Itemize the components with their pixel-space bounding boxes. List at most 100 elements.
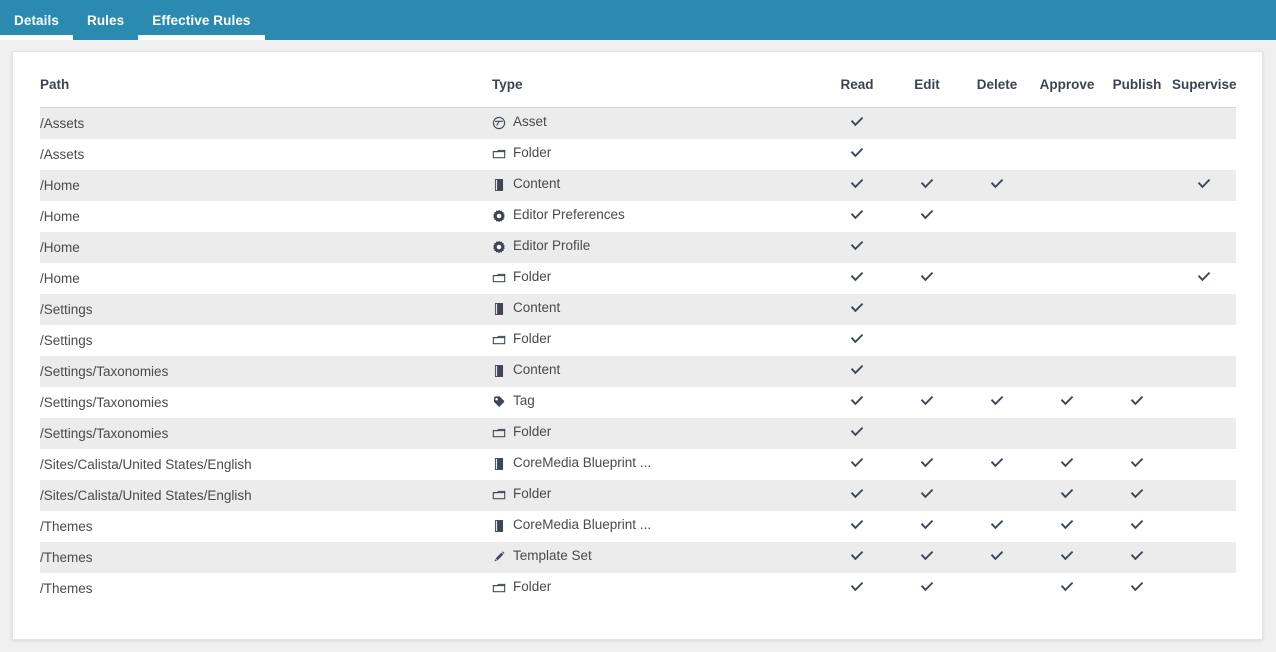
column-header-publish[interactable]: Publish — [1102, 52, 1172, 108]
cell-publish — [1102, 201, 1172, 232]
table-row[interactable]: /Assets Folder — [40, 138, 1236, 170]
cell-delete — [962, 294, 1032, 325]
check-icon — [990, 549, 1004, 563]
check-icon — [920, 208, 934, 222]
type-wrapper: Folder — [492, 487, 551, 501]
column-header-approve[interactable]: Approve — [1032, 52, 1102, 108]
table-row[interactable]: /Sites/Calista/United States/English Core… — [40, 448, 1236, 480]
tab-details[interactable]: Details — [0, 0, 73, 40]
table-row[interactable]: /Sites/Calista/United States/English Fold… — [40, 479, 1236, 511]
cell-read — [822, 480, 892, 511]
empty-permission — [1197, 363, 1211, 377]
check-icon — [1197, 177, 1211, 191]
empty-permission — [1197, 518, 1211, 532]
cell-supervise — [1172, 418, 1236, 449]
check-icon — [850, 456, 864, 470]
type-label: Tag — [513, 392, 535, 408]
cell-supervise — [1172, 139, 1236, 170]
cell-approve — [1032, 542, 1102, 573]
empty-permission — [1197, 332, 1211, 346]
tab-effective-rules[interactable]: Effective Rules — [138, 0, 265, 40]
type-label: Folder — [513, 485, 552, 501]
check-icon — [1060, 487, 1074, 501]
type-wrapper: CoreMedia Blueprint ... — [492, 456, 651, 470]
column-header-read[interactable]: Read — [822, 52, 892, 108]
cell-path: /Themes — [40, 549, 93, 565]
check-icon — [850, 239, 864, 253]
table-row[interactable]: /Settings/Taxonomies Tag — [40, 386, 1236, 418]
column-header-type[interactable]: Type — [492, 52, 822, 108]
empty-permission — [1130, 425, 1144, 439]
cell-read — [822, 170, 892, 201]
cell-read — [822, 263, 892, 294]
cell-publish — [1102, 449, 1172, 480]
check-icon — [850, 425, 864, 439]
cell-read — [822, 418, 892, 449]
cell-read — [822, 232, 892, 263]
cell-type: Folder — [492, 418, 822, 449]
empty-permission — [1197, 115, 1211, 129]
content-icon — [492, 302, 506, 316]
table-row[interactable]: /Themes Folder — [40, 572, 1236, 604]
type-label: CoreMedia Blueprint ... — [513, 516, 652, 532]
check-icon — [990, 177, 1004, 191]
check-icon — [1130, 394, 1144, 408]
cell-approve — [1032, 511, 1102, 542]
empty-permission — [1060, 270, 1074, 284]
empty-permission — [1060, 363, 1074, 377]
table-row[interactable]: /Settings/Taxonomies Folder — [40, 417, 1236, 449]
effective-rules-card: Path Type Read Edit Delete Approve Publish Supe… — [12, 51, 1263, 640]
cell-edit — [892, 201, 962, 232]
cell-edit — [892, 294, 962, 325]
empty-permission — [1130, 115, 1144, 129]
check-icon — [850, 270, 864, 284]
column-header-edit[interactable]: Edit — [892, 52, 962, 108]
table-row[interactable]: /Home Content — [40, 169, 1236, 201]
table-row[interactable]: /Themes CoreMedia Blueprint ... — [40, 510, 1236, 542]
check-icon — [850, 487, 864, 501]
cell-edit — [892, 356, 962, 387]
cell-type: Folder — [492, 573, 822, 604]
cell-read — [822, 511, 892, 542]
cell-path: /Home — [40, 177, 80, 193]
cell-publish — [1102, 294, 1172, 325]
table-row[interactable]: /Settings Content — [40, 293, 1236, 325]
empty-permission — [990, 301, 1004, 315]
cell-publish — [1102, 325, 1172, 356]
column-header-supervise[interactable]: Supervise — [1172, 52, 1237, 108]
template-set-icon — [492, 550, 506, 564]
check-icon — [850, 177, 864, 191]
empty-permission — [1130, 363, 1144, 377]
cell-delete — [962, 325, 1032, 356]
check-icon — [920, 270, 934, 284]
empty-permission — [990, 239, 1004, 253]
table-row[interactable]: /Assets Asset — [40, 107, 1236, 139]
cell-type: Content — [492, 294, 822, 325]
column-header-delete[interactable]: Delete — [962, 52, 1032, 108]
type-label: Content — [513, 361, 561, 377]
cell-publish — [1102, 263, 1172, 294]
cell-supervise — [1172, 294, 1236, 325]
table-row[interactable]: /Themes Template Set — [40, 541, 1236, 573]
column-header-path[interactable]: Path — [40, 52, 492, 108]
cell-edit — [892, 449, 962, 480]
type-wrapper: Tag — [492, 394, 535, 408]
cell-path: /Settings — [40, 301, 93, 317]
table-row[interactable]: /Home Folder — [40, 262, 1236, 294]
cell-edit — [892, 325, 962, 356]
cell-read — [822, 139, 892, 170]
tab-bar: Details Rules Effective Rules — [0, 0, 1276, 40]
table-row[interactable]: /Settings Folder — [40, 324, 1236, 356]
table-row[interactable]: /Home Editor Preferences — [40, 200, 1236, 232]
type-label: Folder — [513, 268, 552, 284]
tab-rules[interactable]: Rules — [73, 0, 138, 40]
cell-path: /Home — [40, 239, 80, 255]
cell-supervise — [1172, 356, 1236, 387]
table-row[interactable]: /Home Editor Profile — [40, 231, 1236, 263]
table-row[interactable]: /Settings/Taxonomies Content — [40, 355, 1236, 387]
cell-path: /Home — [40, 270, 80, 286]
type-wrapper: Template Set — [492, 549, 592, 563]
cell-supervise — [1172, 108, 1236, 139]
cell-delete — [962, 263, 1032, 294]
empty-permission — [990, 332, 1004, 346]
